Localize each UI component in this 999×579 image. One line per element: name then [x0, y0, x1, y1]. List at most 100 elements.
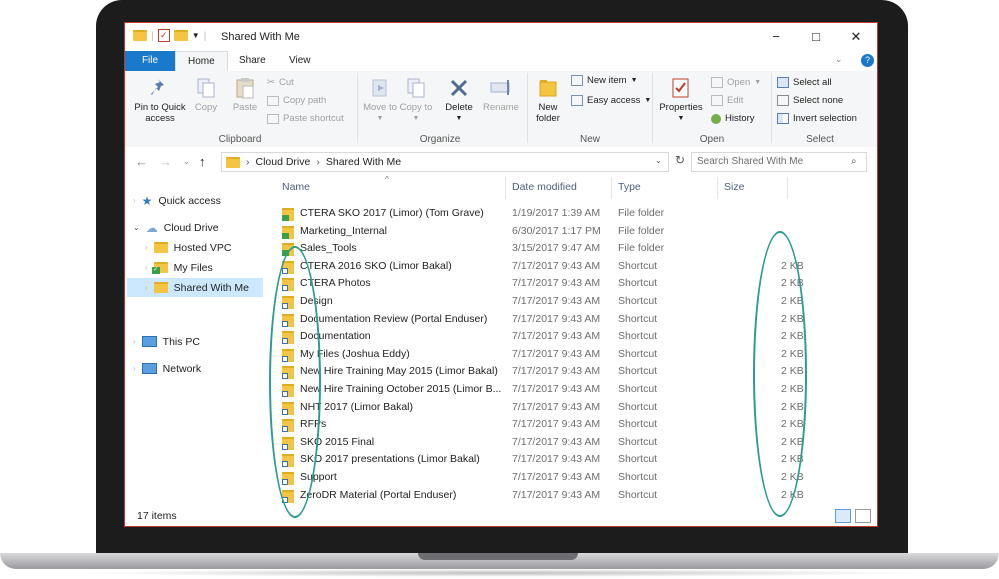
paste-button[interactable]: Paste — [227, 77, 263, 113]
history-button[interactable]: History — [711, 113, 755, 124]
expand-chevron-icon[interactable]: › — [133, 196, 136, 205]
cut-button[interactable]: ✂ Cut — [267, 77, 294, 88]
new-folder-icon[interactable] — [173, 30, 188, 41]
clipboard-group-label: Clipboard — [218, 134, 262, 145]
tab-share[interactable]: Share — [227, 51, 278, 71]
recent-locations-icon[interactable]: ⌄ — [183, 157, 190, 166]
column-header-date[interactable]: Date modified — [512, 181, 577, 193]
dropdown-arrow-icon: ▼ — [644, 97, 652, 104]
maximize-button[interactable]: □ — [801, 27, 831, 47]
refresh-icon[interactable]: ↻ — [671, 153, 689, 171]
tab-file[interactable]: File — [125, 51, 175, 71]
invert-selection-button[interactable]: Invert selection — [777, 113, 857, 124]
select-all-button[interactable]: Select all — [777, 77, 832, 88]
ribbon-separator — [357, 73, 358, 143]
sidebar-item-quick-access[interactable]: › ★ Quick access — [133, 191, 221, 210]
sidebar-item-shared-with-me[interactable]: › Shared With Me — [127, 278, 263, 297]
file-name: SKO 2017 presentations (Limor Bakal) — [300, 453, 480, 466]
up-arrow-icon[interactable]: ↑ — [199, 154, 206, 169]
expand-chevron-icon[interactable]: › — [145, 283, 148, 292]
breadcrumb-shared-with-me[interactable]: Shared With Me — [326, 156, 401, 168]
file-type: Shortcut — [618, 453, 658, 466]
properties-check-icon[interactable]: ✓ — [157, 29, 170, 42]
file-date: 1/19/2017 1:39 AM — [512, 207, 601, 219]
quick-access-toolbar: | ✓ ▼ | — [133, 29, 206, 42]
file-date: 7/17/2017 9:43 AM — [512, 435, 601, 448]
new-item-button[interactable]: New item ▼ — [571, 75, 638, 86]
paste-label: Paste — [232, 102, 258, 113]
sidebar-item-hosted-vpc[interactable]: › Hosted VPC — [133, 238, 231, 257]
file-date: 7/17/2017 9:43 AM — [512, 365, 601, 378]
sidebar-item-network[interactable]: › Network — [133, 359, 201, 378]
select-none-label: Select none — [793, 95, 844, 106]
expand-chevron-icon[interactable]: › — [145, 263, 148, 272]
new-item-icon — [571, 75, 583, 86]
ribbon: Pin to Quick access Copy Paste ✂ Cut Copy… — [125, 71, 877, 148]
large-icons-view-icon[interactable] — [855, 509, 871, 523]
delete-button[interactable]: Delete ▼ — [441, 77, 477, 124]
select-none-button[interactable]: Select none — [777, 95, 843, 106]
help-icon[interactable]: ? — [861, 54, 874, 67]
file-type: File folder — [618, 207, 665, 219]
organize-group-label: Organize — [419, 134, 461, 145]
copy-path-label: Copy path — [283, 95, 327, 106]
dropdown-arrow-icon: ▼ — [630, 77, 638, 84]
tab-home[interactable]: Home — [175, 51, 228, 73]
search-icon[interactable]: ⌕ — [851, 156, 857, 167]
collapse-chevron-icon[interactable]: ⌄ — [133, 223, 140, 232]
column-header-name[interactable]: Name — [282, 181, 310, 193]
search-input[interactable]: Search Shared With Me — [691, 152, 867, 172]
sidebar-item-cloud-drive[interactable]: ⌄ ☁ Cloud Drive — [133, 218, 219, 237]
customize-toolbar-icon[interactable]: ▼ — [192, 31, 200, 40]
easy-access-label: Easy access — [587, 95, 641, 106]
expand-chevron-icon[interactable]: › — [133, 364, 136, 373]
file-type: Shortcut — [618, 383, 658, 395]
file-type: Shortcut — [618, 330, 658, 343]
properties-button[interactable]: Properties ▼ — [655, 77, 707, 124]
new-folder-button[interactable]: New folder — [531, 77, 565, 124]
edit-button[interactable]: Edit — [711, 95, 743, 106]
folder-icon[interactable] — [133, 30, 147, 41]
breadcrumb-chevron-icon: › — [316, 156, 320, 168]
folder-icon — [153, 242, 168, 253]
file-type: Shortcut — [618, 365, 658, 378]
rename-button[interactable]: Rename — [481, 77, 521, 113]
sidebar-item-label: This PC — [162, 335, 201, 348]
details-view-icon[interactable] — [835, 509, 851, 523]
easy-access-button[interactable]: Easy access ▼ — [571, 95, 651, 106]
breadcrumb-cloud-drive[interactable]: Cloud Drive — [256, 156, 311, 168]
expand-chevron-icon[interactable]: › — [133, 337, 136, 346]
tab-view[interactable]: View — [277, 51, 323, 71]
rename-label: Rename — [483, 102, 519, 113]
file-name: New Hire Training October 2015 (Limor B.… — [300, 383, 502, 395]
column-header-type[interactable]: Type — [618, 181, 641, 193]
back-arrow-icon[interactable]: ← — [135, 154, 148, 169]
collapse-ribbon-icon[interactable]: ⌄ — [835, 54, 843, 65]
breadcrumb-chevron-icon: › — [246, 156, 250, 168]
copy-to-button[interactable]: Copy to ▼ — [399, 77, 433, 124]
edit-icon — [711, 95, 723, 106]
rename-icon — [490, 80, 510, 95]
file-date: 3/15/2017 9:47 AM — [512, 242, 601, 255]
address-dropdown-icon[interactable]: ⌄ — [655, 156, 662, 165]
dropdown-arrow-icon: ▼ — [376, 115, 384, 122]
column-header-size[interactable]: Size — [724, 181, 744, 193]
move-to-button[interactable]: Move to ▼ — [363, 77, 397, 124]
sidebar-item-this-pc[interactable]: › This PC — [133, 332, 200, 351]
pin-quick-access-button[interactable]: Pin to Quick access — [129, 77, 191, 124]
sidebar-item-label: Quick access — [158, 194, 221, 207]
table-row[interactable]: CTERA SKO 2017 (Limor) (Tom Grave) 1/19/2… — [265, 205, 865, 223]
paste-shortcut-button[interactable]: Paste shortcut — [267, 113, 344, 124]
new-folder-label: New folder — [536, 102, 560, 124]
open-button[interactable]: Open ▼ — [711, 77, 761, 88]
minimize-button[interactable]: − — [761, 27, 791, 47]
close-button[interactable]: ✕ — [841, 27, 871, 47]
expand-chevron-icon[interactable]: › — [145, 243, 148, 252]
forward-arrow-icon[interactable]: → — [159, 154, 172, 169]
copy-button[interactable]: Copy — [191, 77, 221, 113]
properties-icon — [672, 78, 689, 98]
copy-path-button[interactable]: Copy path — [267, 95, 326, 106]
file-date: 7/17/2017 9:43 AM — [512, 400, 601, 413]
sidebar-item-my-files[interactable]: › ✓ My Files — [133, 258, 213, 277]
address-bar[interactable]: › Cloud Drive › Shared With Me — [221, 152, 669, 172]
